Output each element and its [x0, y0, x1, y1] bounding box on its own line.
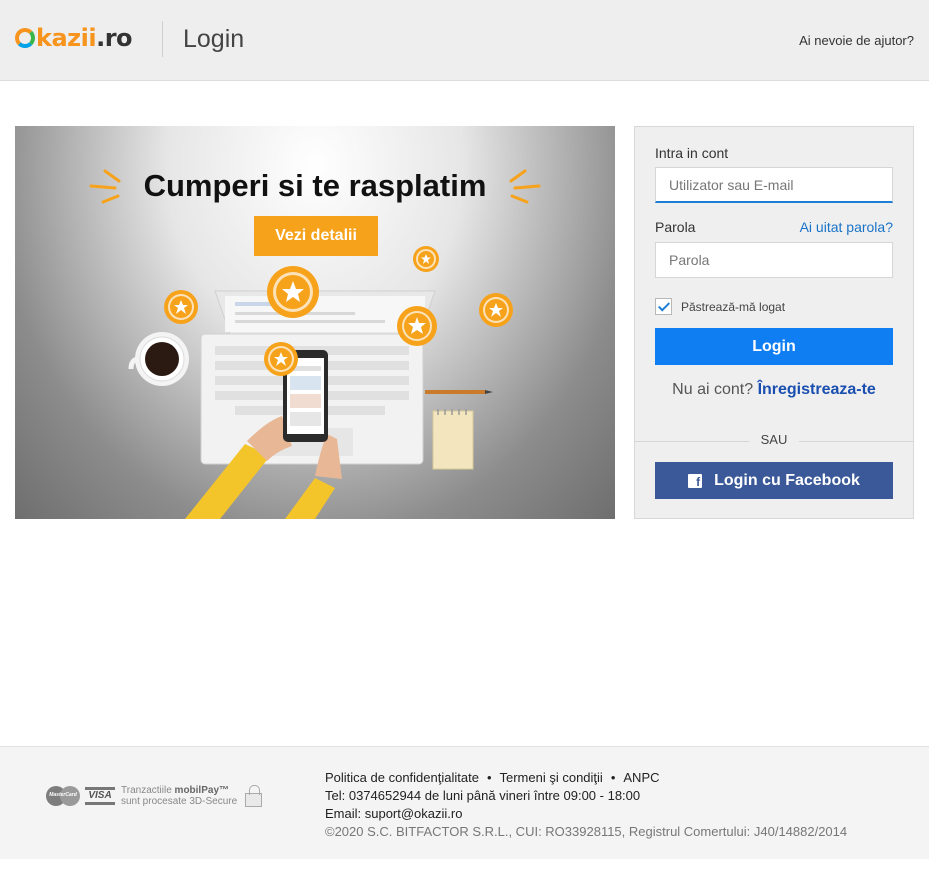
- login-section-title: Intra in cont: [655, 145, 729, 161]
- password-input[interactable]: [655, 242, 893, 278]
- promo-banner[interactable]: Cumperi si te rasplatim Vezi detalii: [15, 126, 615, 519]
- footer-phone: Tel: 0374652944 de luni până vineri într…: [325, 788, 641, 803]
- banner-details-button[interactable]: Vezi detalii: [254, 216, 378, 256]
- mastercard-icon: MasterCard: [46, 786, 80, 806]
- remember-me-label: Păstrează-mă logat: [681, 299, 786, 314]
- logo-ro: .ro: [96, 24, 133, 52]
- remember-me-checkbox[interactable]: [655, 298, 672, 315]
- register-row: Nu ai cont? Înregistreaza-te: [635, 381, 913, 399]
- payment-badges: MasterCard VISA Tranzactiile mobilPay™ s…: [46, 785, 263, 807]
- privacy-policy-link[interactable]: Politica de confidenţialitate: [325, 770, 479, 785]
- header-divider: [162, 21, 163, 57]
- remember-me: Păstrează-mă logat: [655, 298, 785, 315]
- logo[interactable]: kazii.ro: [15, 24, 133, 52]
- username-input[interactable]: [655, 167, 893, 203]
- login-button[interactable]: Login: [655, 328, 893, 365]
- facebook-login-button[interactable]: f Login cu Facebook: [655, 462, 893, 499]
- header: kazii.ro Login Ai nevoie de ajutor?: [0, 0, 929, 81]
- footer-links: Politica de confidenţialitate • Termeni şi…: [325, 770, 660, 785]
- pencil-icon: [425, 390, 493, 394]
- footer-copyright: ©2020 S.C. BITFACTOR S.R.L., CUI: RO3392…: [325, 824, 848, 839]
- facebook-icon: f: [688, 473, 703, 488]
- footer-info: Politica de confidenţialitate • Termeni şi…: [325, 769, 847, 841]
- page-title: Login: [183, 25, 245, 53]
- password-label: Parola: [655, 219, 696, 235]
- terms-link[interactable]: Termeni şi condiţii: [500, 770, 603, 785]
- help-link[interactable]: Ai nevoie de ajutor?: [799, 33, 914, 48]
- register-prompt: Nu ai cont?: [672, 381, 754, 398]
- register-link[interactable]: Înregistreaza-te: [758, 381, 876, 398]
- footer-email: Email: suport@okazii.ro: [325, 806, 463, 821]
- footer: MasterCard VISA Tranzactiile mobilPay™ s…: [0, 746, 929, 859]
- banner-title: Cumperi si te rasplatim: [143, 168, 487, 203]
- lock-icon: [245, 785, 263, 807]
- logo-kazii: kazii: [36, 24, 97, 52]
- coffee-cup-icon: [128, 332, 189, 386]
- logo-o-icon: [15, 28, 35, 48]
- separator-label: SAU: [749, 432, 799, 447]
- anpc-link[interactable]: ANPC: [623, 770, 659, 785]
- mobilpay-badge: Tranzactiile mobilPay™ sunt procesate 3D…: [121, 785, 238, 807]
- facebook-login-label: Login cu Facebook: [714, 471, 860, 489]
- notepad-icon: [432, 409, 474, 470]
- login-panel: Intra in cont Parola Ai uitat parola? Pă…: [634, 126, 914, 519]
- forgot-password-link[interactable]: Ai uitat parola?: [800, 219, 893, 235]
- visa-icon: VISA: [85, 787, 115, 805]
